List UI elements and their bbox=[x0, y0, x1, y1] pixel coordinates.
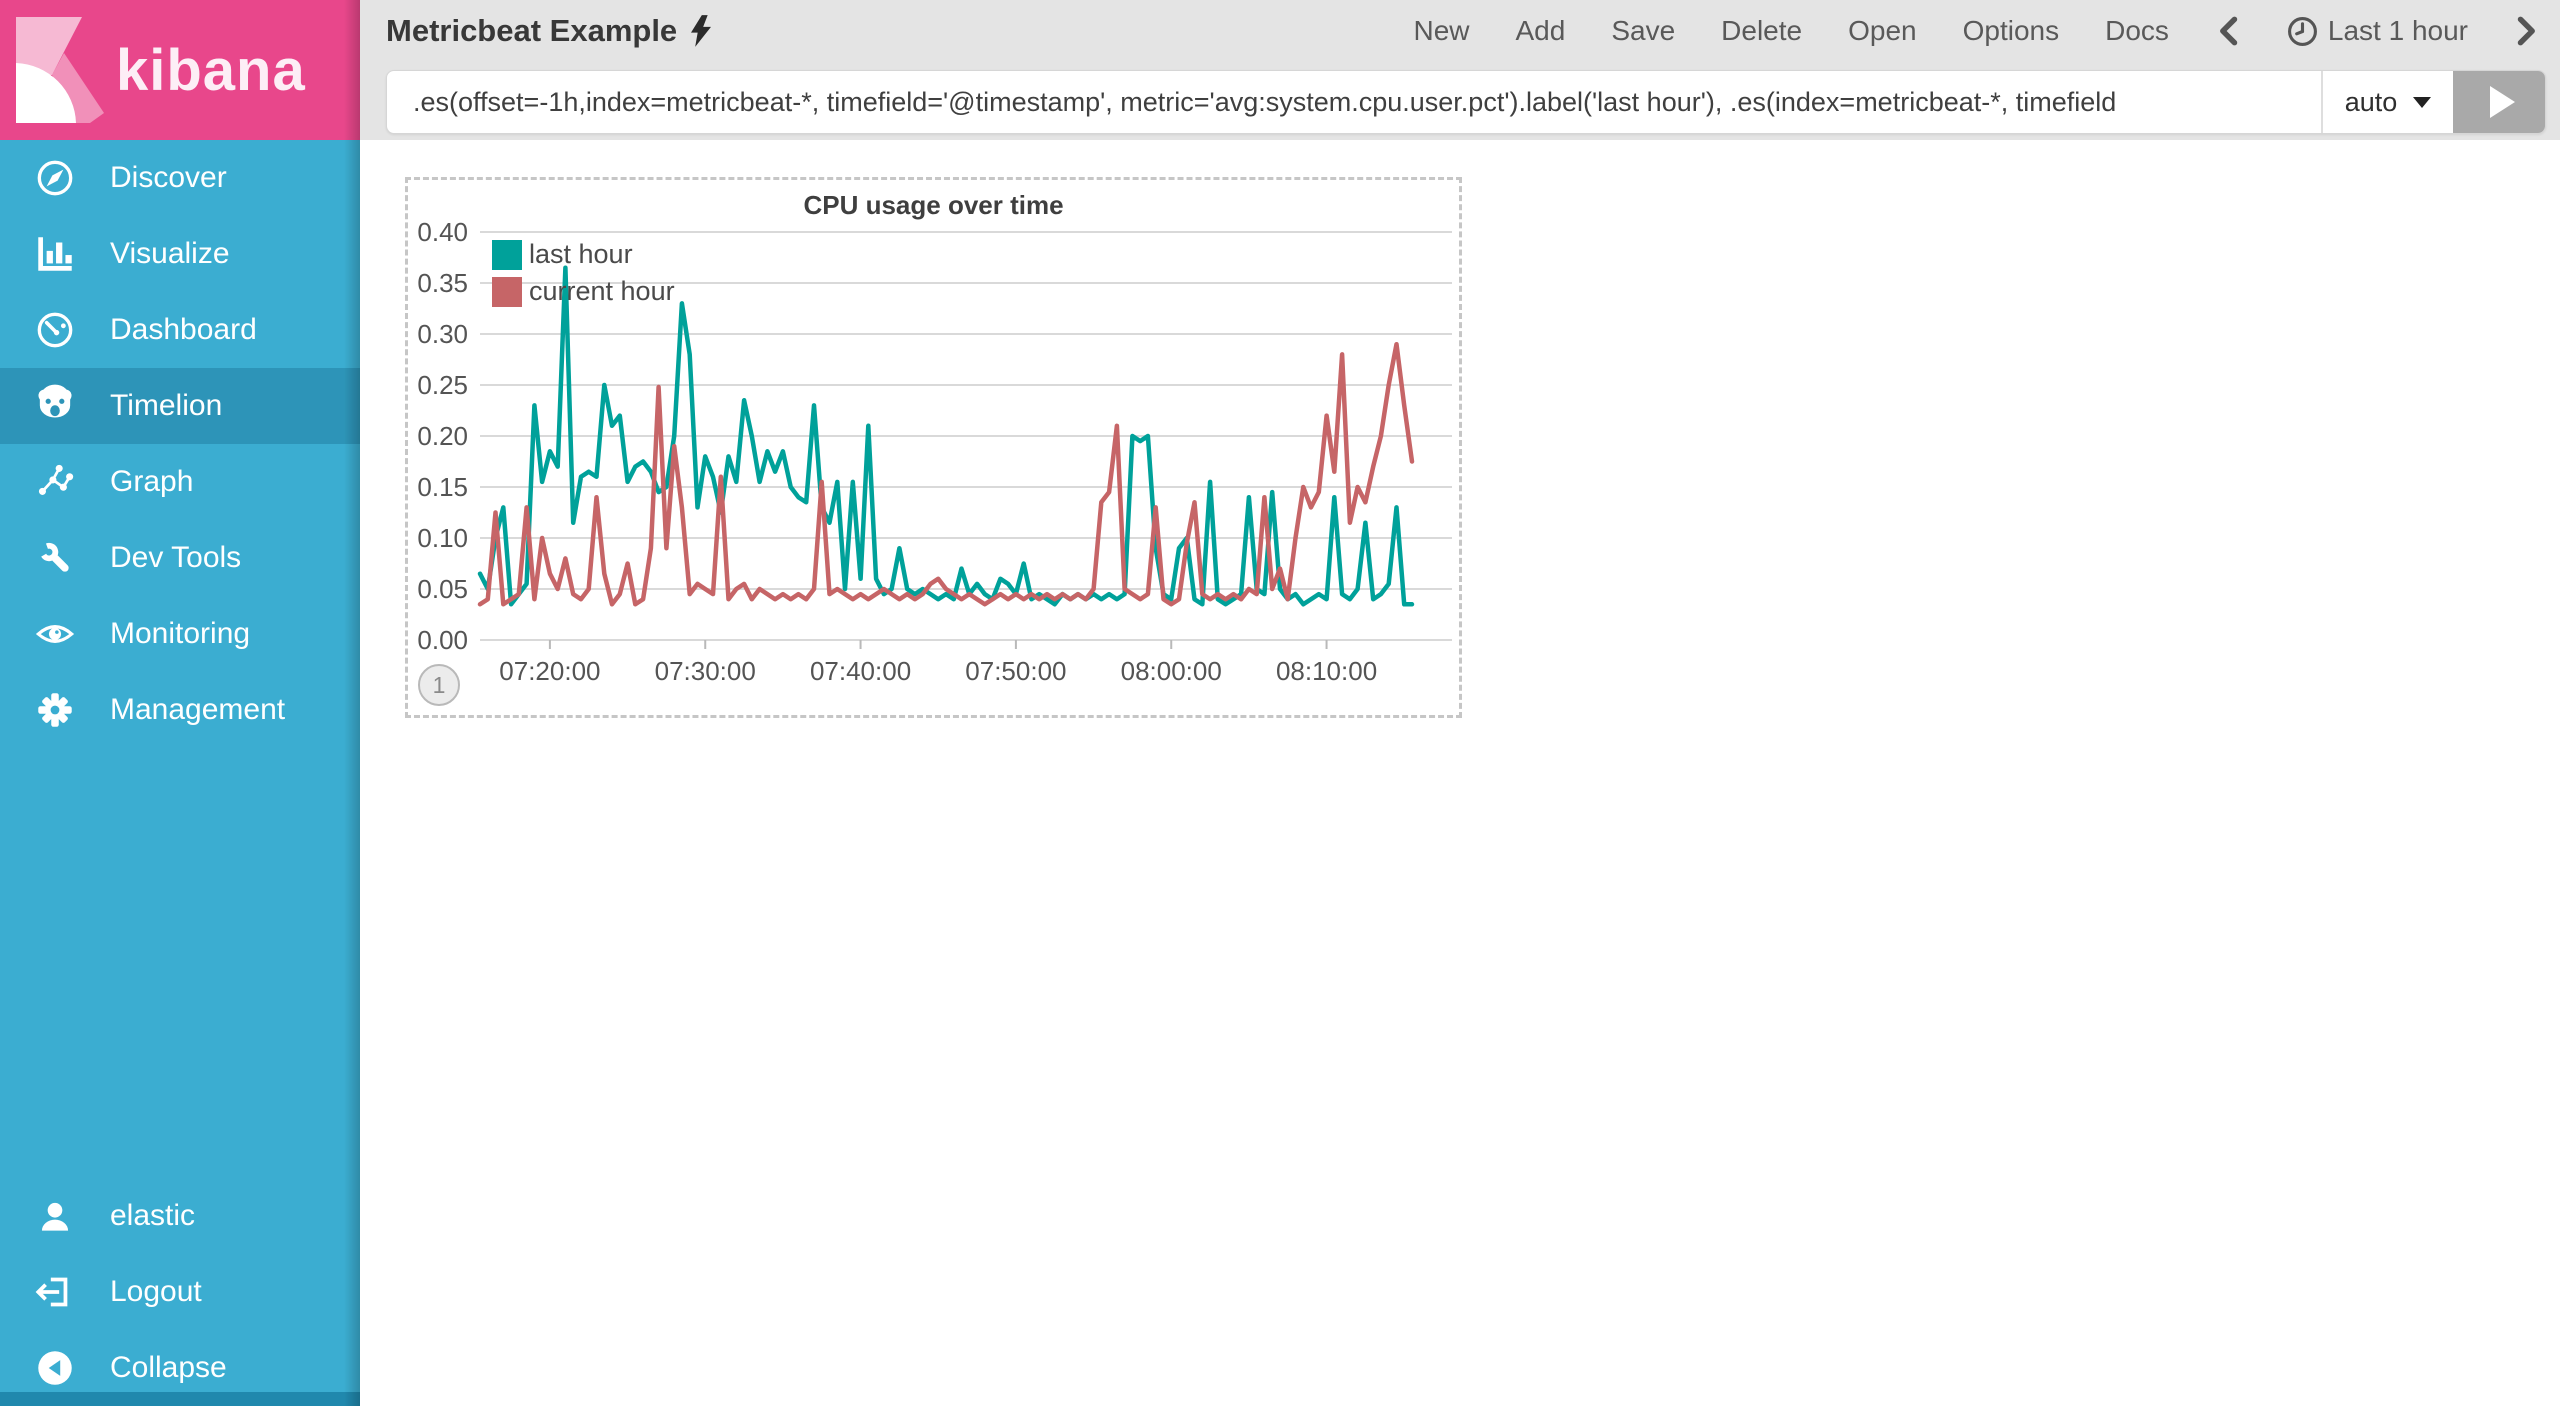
gear-icon bbox=[0, 687, 110, 733]
sidebar-item-label: Graph bbox=[110, 465, 194, 498]
sidebar-item-label: Collapse bbox=[110, 1351, 227, 1384]
interval-value: auto bbox=[2344, 86, 2398, 117]
sheet-title-text: Metricbeat Example bbox=[386, 13, 678, 48]
chevron-right-icon bbox=[2517, 16, 2535, 46]
svg-text:0.30: 0.30 bbox=[417, 319, 468, 349]
timelion-cell[interactable]: 0.00 0.05 0.10 0.15 0.20 0.25 0.30 0.35 0.40 07:2… bbox=[405, 177, 1462, 718]
sidebar-item-label: Management bbox=[110, 693, 286, 726]
clock-icon bbox=[2287, 16, 2317, 46]
svg-text:07:40:00: 07:40:00 bbox=[810, 656, 911, 686]
sidebar-item-label: Logout bbox=[110, 1275, 202, 1308]
svg-text:0.35: 0.35 bbox=[417, 268, 468, 298]
kibana-logo[interactable]: kibana bbox=[0, 0, 360, 140]
sidebar-nav: Discover Visualize Dashboard Timelion Gr… bbox=[0, 140, 360, 748]
compass-icon bbox=[0, 155, 110, 201]
sidebar-bottom-strip bbox=[0, 1392, 360, 1406]
chart-legend: last hour current hour bbox=[492, 236, 675, 310]
eye-icon bbox=[0, 611, 110, 657]
sidebar-item-visualize[interactable]: Visualize bbox=[0, 216, 360, 292]
menu-item-save[interactable]: Save bbox=[1611, 15, 1675, 47]
chart-title: CPU usage over time bbox=[803, 190, 1064, 220]
lightning-icon bbox=[691, 15, 712, 47]
kibana-logo-text: kibana bbox=[116, 37, 306, 103]
toolbar-menu: New Add Save Delete Open Options Docs La… bbox=[1413, 14, 2540, 48]
timepicker-forward-button[interactable] bbox=[2514, 14, 2540, 48]
svg-text:0.25: 0.25 bbox=[417, 370, 468, 400]
legend-item-last-hour[interactable]: last hour bbox=[492, 236, 675, 273]
sidebar-item-label: Discover bbox=[110, 161, 227, 194]
menu-item-delete[interactable]: Delete bbox=[1721, 15, 1802, 47]
svg-text:07:20:00: 07:20:00 bbox=[499, 656, 600, 686]
timepicker[interactable]: Last 1 hour bbox=[2287, 15, 2468, 47]
interval-select[interactable]: auto bbox=[2321, 71, 2453, 133]
svg-text:08:00:00: 08:00:00 bbox=[1121, 656, 1222, 686]
sidebar-item-dev-tools[interactable]: Dev Tools bbox=[0, 520, 360, 596]
sidebar-item-management[interactable]: Management bbox=[0, 672, 360, 748]
sidebar-item-monitoring[interactable]: Monitoring bbox=[0, 596, 360, 672]
legend-swatch bbox=[492, 239, 522, 270]
bar-chart-icon bbox=[0, 231, 110, 277]
sidebar-item-logout[interactable]: Logout bbox=[0, 1254, 360, 1330]
sheet-title: Metricbeat Example bbox=[386, 13, 712, 49]
svg-text:0.15: 0.15 bbox=[417, 472, 468, 502]
graph-icon bbox=[0, 459, 110, 505]
svg-text:0.40: 0.40 bbox=[417, 217, 468, 247]
wrench-icon bbox=[0, 535, 110, 581]
sidebar-item-label: Monitoring bbox=[110, 617, 251, 650]
play-icon bbox=[2489, 86, 2515, 118]
svg-text:0.10: 0.10 bbox=[417, 523, 468, 553]
menu-item-new[interactable]: New bbox=[1413, 15, 1469, 47]
sidebar-item-user-elastic[interactable]: elastic bbox=[0, 1178, 360, 1254]
dashboard-icon bbox=[0, 307, 110, 353]
menu-item-docs[interactable]: Docs bbox=[2105, 15, 2169, 47]
sidebar-item-label: Visualize bbox=[110, 237, 230, 270]
chevron-left-icon bbox=[2219, 16, 2238, 46]
sidebar-item-label: elastic bbox=[110, 1199, 196, 1232]
svg-text:08:10:00: 08:10:00 bbox=[1276, 656, 1377, 686]
timelion-query-bar: auto bbox=[386, 70, 2546, 134]
toolbar: Metricbeat Example New Add Save Delete O… bbox=[360, 0, 2560, 62]
legend-swatch bbox=[492, 276, 522, 307]
kibana-logo-mark bbox=[16, 17, 104, 123]
timelion-bear-icon bbox=[0, 383, 110, 429]
cell-index-badge: 1 bbox=[418, 664, 460, 706]
timepicker-back-button[interactable] bbox=[2215, 14, 2241, 48]
sidebar-item-label: Timelion bbox=[110, 389, 223, 422]
sidebar-item-timelion[interactable]: Timelion bbox=[0, 368, 360, 444]
menu-item-add[interactable]: Add bbox=[1516, 15, 1566, 47]
legend-label: last hour bbox=[529, 239, 633, 269]
svg-text:07:30:00: 07:30:00 bbox=[655, 656, 756, 686]
run-button[interactable] bbox=[2453, 71, 2545, 133]
svg-text:0.00: 0.00 bbox=[417, 625, 468, 655]
topbar: Metricbeat Example New Add Save Delete O… bbox=[360, 0, 2560, 140]
svg-text:07:50:00: 07:50:00 bbox=[965, 656, 1066, 686]
sidebar-item-label: Dev Tools bbox=[110, 541, 242, 574]
sidebar-item-dashboard[interactable]: Dashboard bbox=[0, 292, 360, 368]
timelion-sheet: 0.00 0.05 0.10 0.15 0.20 0.25 0.30 0.35 0.40 07:2… bbox=[360, 140, 2560, 1406]
logout-icon bbox=[0, 1269, 110, 1315]
timepicker-label: Last 1 hour bbox=[2327, 15, 2468, 46]
menu-item-options[interactable]: Options bbox=[1963, 15, 2060, 47]
user-icon bbox=[0, 1193, 110, 1239]
legend-label: current hour bbox=[529, 276, 675, 306]
collapse-icon bbox=[0, 1345, 110, 1391]
sidebar-footer: elastic Logout Collapse bbox=[0, 1178, 360, 1406]
svg-text:0.20: 0.20 bbox=[417, 421, 468, 451]
timelion-expression-input[interactable] bbox=[387, 71, 2321, 133]
sidebar: kibana Discover Visualize Dashboard Time… bbox=[0, 0, 360, 1406]
interval-caret-icon bbox=[2413, 96, 2432, 108]
legend-item-current-hour[interactable]: current hour bbox=[492, 273, 675, 310]
sidebar-item-discover[interactable]: Discover bbox=[0, 140, 360, 216]
menu-item-open[interactable]: Open bbox=[1848, 15, 1917, 47]
sidebar-item-label: Dashboard bbox=[110, 313, 257, 346]
svg-text:0.05: 0.05 bbox=[417, 574, 468, 604]
sidebar-item-graph[interactable]: Graph bbox=[0, 444, 360, 520]
